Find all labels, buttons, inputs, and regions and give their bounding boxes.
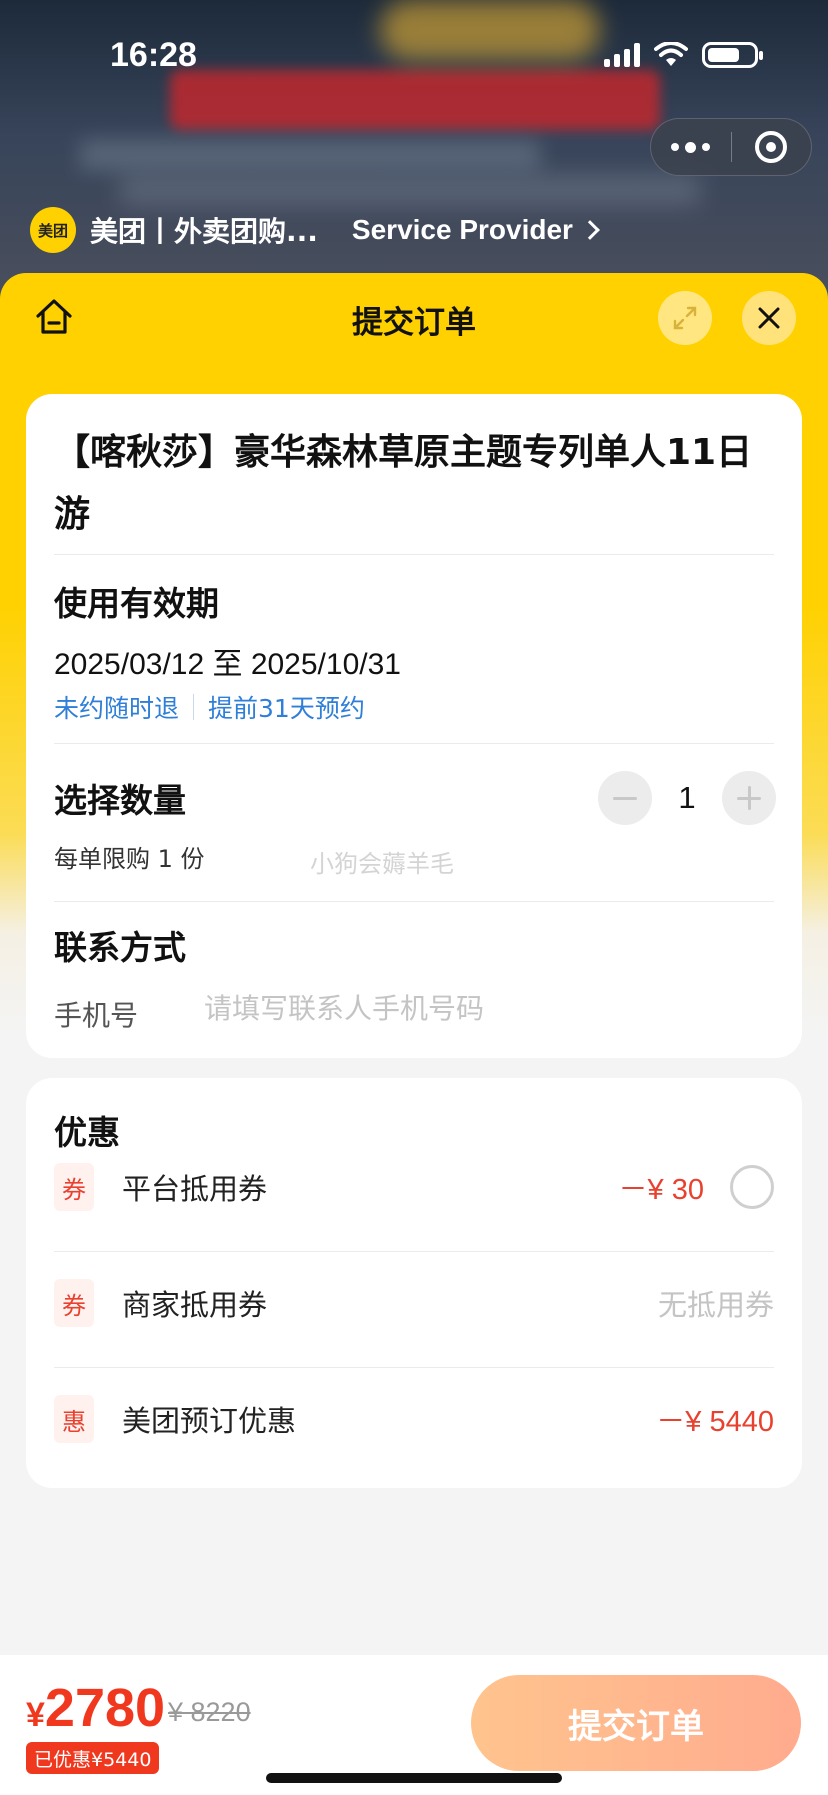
- phone-label: 手机号: [54, 999, 139, 1032]
- policy-tags: 未约随时退 提前31天预约: [54, 689, 365, 725]
- contact-label: 联系方式: [54, 928, 186, 967]
- close-miniprogram-icon[interactable]: [732, 131, 812, 163]
- expand-icon: [673, 306, 697, 330]
- divider: [54, 1251, 774, 1252]
- validity-range: 2025/03/12 至 2025/10/31: [54, 648, 401, 681]
- saved-badge: 已优惠¥5440: [26, 1742, 160, 1774]
- quantity-stepper: 1: [598, 771, 776, 825]
- order-info-card: 【喀秋莎】豪华森林草原主题专列单人11日游 使用有效期 2025/03/12 至…: [26, 394, 802, 1058]
- promo-name: 平台抵用券: [122, 1172, 268, 1206]
- provider-row: 美团 美团丨外卖团购... Service Provider: [30, 205, 600, 255]
- status-time: 16:28: [110, 36, 197, 74]
- promo-name: 商家抵用券: [122, 1288, 268, 1322]
- watermark: 小狗会薅羊毛: [310, 850, 454, 878]
- submit-order-button[interactable]: 提交订单: [471, 1675, 801, 1771]
- quantity-label: 选择数量: [54, 781, 186, 820]
- increase-button[interactable]: [722, 771, 776, 825]
- close-icon: [758, 307, 780, 329]
- background-text-blur: [120, 175, 700, 205]
- promo-merchant-coupon[interactable]: 券 商家抵用券 无抵用券: [54, 1273, 774, 1333]
- purchase-limit: 每单限购 1 份: [54, 845, 205, 873]
- discount-tag: 惠: [54, 1395, 94, 1443]
- decrease-button[interactable]: [598, 771, 652, 825]
- promo-platform-coupon[interactable]: 券 平台抵用券 －¥ 30: [54, 1157, 774, 1217]
- promotions-title: 优惠: [54, 1113, 120, 1152]
- validity-label: 使用有效期: [54, 584, 219, 623]
- chevron-right-icon: [580, 220, 600, 240]
- booking-policy-tag: 提前31天预约: [208, 694, 365, 723]
- cellular-signal-icon: [604, 43, 640, 67]
- status-bar: 16:28: [0, 0, 828, 110]
- miniprogram-capsule: [650, 118, 812, 176]
- promo-value: －¥ 5440: [656, 1406, 774, 1438]
- close-button[interactable]: [742, 291, 796, 345]
- divider: [54, 901, 774, 902]
- quantity-value: 1: [678, 780, 696, 815]
- more-menu-icon[interactable]: [651, 141, 731, 153]
- promo-value: －¥ 30: [618, 1174, 704, 1206]
- provider-name: 美团丨外卖团购...: [90, 215, 318, 248]
- promo-value: 无抵用券: [657, 1288, 774, 1322]
- original-price: ¥ 8220: [168, 1697, 251, 1727]
- meituan-logo: 美团: [30, 207, 76, 253]
- home-indicator: [266, 1773, 562, 1783]
- status-icons: [604, 42, 763, 68]
- phone-input[interactable]: [204, 984, 764, 1032]
- service-provider-link[interactable]: Service Provider: [351, 214, 600, 246]
- order-sheet: 提交订单 【喀秋莎】豪华森林草原主题专列单人11日游 使用有效期 2025/03…: [0, 273, 828, 1795]
- platform-coupon-radio[interactable]: [730, 1165, 774, 1209]
- coupon-tag: 券: [54, 1279, 94, 1327]
- expand-button[interactable]: [658, 291, 712, 345]
- promo-name: 美团预订优惠: [122, 1404, 297, 1438]
- wifi-icon: [654, 42, 688, 66]
- currency-symbol: ¥: [26, 1696, 45, 1734]
- promotions-card: 优惠 券 平台抵用券 －¥ 30 券 商家抵用券 无抵用券 惠 美团预订优惠 －…: [26, 1078, 802, 1488]
- divider: [54, 554, 774, 555]
- battery-icon: [702, 42, 763, 68]
- service-provider-label: Service Provider: [351, 214, 573, 245]
- divider: [54, 1367, 774, 1368]
- checkout-bar: ¥ 2780 ¥ 8220 已优惠¥5440 提交订单: [0, 1655, 828, 1795]
- product-title: 【喀秋莎】豪华森林草原主题专列单人11日游: [54, 432, 753, 535]
- divider: [54, 743, 774, 744]
- final-price: ¥ 2780: [26, 1677, 165, 1739]
- promo-meituan-discount: 惠 美团预订优惠 －¥ 5440: [54, 1389, 774, 1449]
- price-value: 2780: [44, 1678, 166, 1738]
- background-text-blur: [80, 140, 540, 170]
- refund-policy-tag: 未约随时退: [54, 694, 180, 723]
- coupon-tag: 券: [54, 1163, 94, 1211]
